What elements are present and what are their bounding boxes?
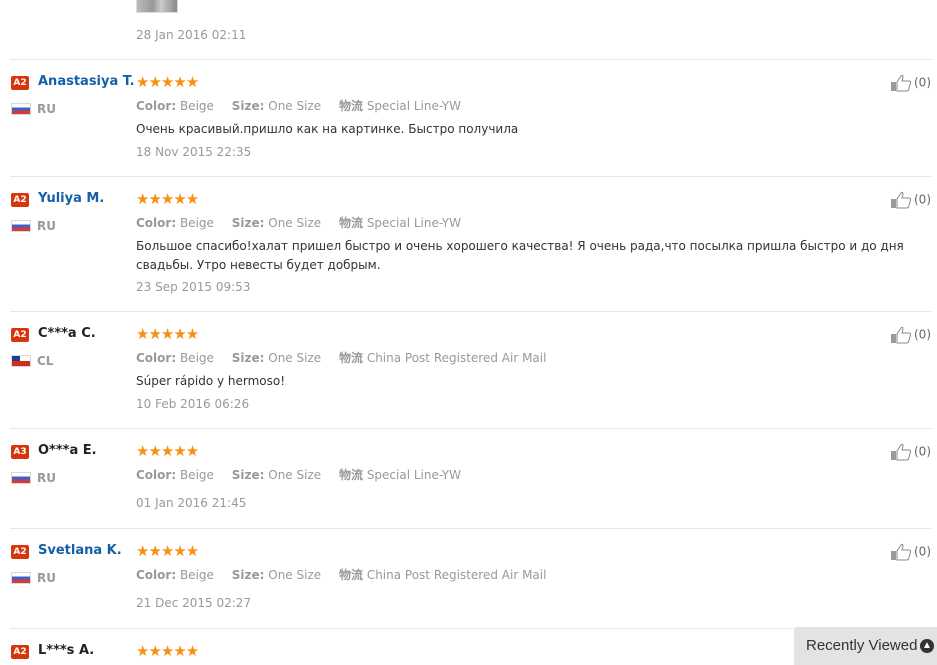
recently-viewed-label: Recently Viewed [806,637,918,654]
shipping-key: 物流 [338,568,363,582]
size-value: One Size [268,468,322,482]
helpful-button[interactable]: (0) [890,443,931,461]
shipping-value: Special Line-YW [366,216,461,230]
flag-icon [11,472,31,484]
review-date: 21 Dec 2015 02:27 [136,596,252,610]
size-key: Size: [231,216,265,230]
thumbs-up-icon [891,326,912,344]
reviewer-name[interactable]: Svetlana K. [38,543,122,558]
order-attributes: Color: Beige Size: One Size 物流 Special L… [136,466,475,483]
shipping-value: China Post Registered Air Mail [366,351,547,365]
size-value: One Size [268,351,322,365]
buyer-level-badge: A2 [11,645,29,659]
size-key: Size: [231,568,265,582]
size-value: One Size [268,568,322,582]
color-value: Beige [179,99,214,113]
flag-icon [11,103,31,115]
review-date: 18 Nov 2015 22:35 [136,145,252,159]
review-photo-thumbnail[interactable] [136,0,178,13]
shipping-key: 物流 [338,351,363,365]
reviewer-name: L***s A. [38,643,95,658]
helpful-button[interactable]: (0) [890,191,931,209]
size-value: One Size [268,216,322,230]
color-key: Color: [136,468,177,482]
helpful-button[interactable]: (0) [890,326,931,344]
flag-icon [11,355,31,367]
order-attributes: Color: Beige Size: One Size 物流 Special L… [136,214,475,231]
color-key: Color: [136,568,177,582]
star-rating: ★★★★★ [136,190,199,208]
review-date: 23 Sep 2015 09:53 [136,280,251,294]
divider [10,176,932,177]
buyer-level-badge: A2 [11,76,29,90]
color-key: Color: [136,216,177,230]
helpful-count: (0) [914,444,931,459]
chevron-up-icon: ▲ [920,639,934,653]
review-date: 01 Jan 2016 21:45 [136,496,247,510]
size-key: Size: [231,99,265,113]
size-key: Size: [231,468,265,482]
color-value: Beige [179,468,214,482]
star-rating: ★★★★★ [136,325,199,343]
helpful-button[interactable]: (0) [890,74,931,92]
order-attributes: Color: Beige Size: One Size 物流 China Pos… [136,349,560,366]
helpful-count: (0) [914,327,931,342]
shipping-value: China Post Registered Air Mail [366,568,547,582]
star-rating: ★★★★★ [136,542,199,560]
size-value: One Size [268,99,322,113]
review-text: Большое спасибо!халат пришел быстро и оч… [136,239,904,272]
review-date: 10 Feb 2016 06:26 [136,397,250,411]
color-key: Color: [136,351,177,365]
order-attributes: Color: Beige Size: One Size 物流 China Pos… [136,566,560,583]
helpful-count: (0) [914,75,931,90]
flag-icon [11,572,31,584]
color-value: Beige [179,568,214,582]
reviewer-country: CL [37,354,54,368]
review-text: Очень красивый.пришло как на картинке. Б… [136,122,519,136]
reviewer-name: C***a C. [38,326,96,341]
order-attributes: Color: Beige Size: One Size 物流 Special L… [136,97,475,114]
reviewer-country: RU [37,219,56,233]
reviewer-name[interactable]: Anastasiya T. [38,74,135,89]
divider [10,428,932,429]
thumbs-up-icon [891,74,912,92]
reviewer-name: O***a E. [38,443,97,458]
buyer-level-badge: A2 [11,328,29,342]
reviewer-country: RU [37,471,56,485]
star-rating: ★★★★★ [136,642,199,660]
color-key: Color: [136,99,177,113]
thumbs-up-icon [891,543,912,561]
helpful-button[interactable]: (0) [890,543,931,561]
shipping-key: 物流 [338,99,363,113]
reviewer-country: RU [37,102,56,116]
color-value: Beige [179,216,214,230]
reviewer-name[interactable]: Yuliya M. [38,191,104,206]
reviewer-country: RU [37,571,56,585]
color-value: Beige [179,351,214,365]
flag-icon [11,220,31,232]
review-text: Súper rápido y hermoso! [136,374,286,388]
shipping-key: 物流 [338,468,363,482]
size-key: Size: [231,351,265,365]
recently-viewed-tab[interactable]: Recently Viewed ▲ [794,627,937,665]
divider [10,59,932,60]
divider [10,311,932,312]
thumbs-up-icon [891,191,912,209]
thumbs-up-icon [891,443,912,461]
shipping-key: 物流 [338,216,363,230]
buyer-level-badge: A2 [11,545,29,559]
helpful-count: (0) [914,544,931,559]
divider [10,528,932,529]
review-date: 28 Jan 2016 02:11 [136,28,247,42]
helpful-count: (0) [914,192,931,207]
buyer-level-badge: A2 [11,193,29,207]
shipping-value: Special Line-YW [366,468,461,482]
star-rating: ★★★★★ [136,73,199,91]
shipping-value: Special Line-YW [366,99,461,113]
star-rating: ★★★★★ [136,442,199,460]
buyer-level-badge: A3 [11,445,29,459]
